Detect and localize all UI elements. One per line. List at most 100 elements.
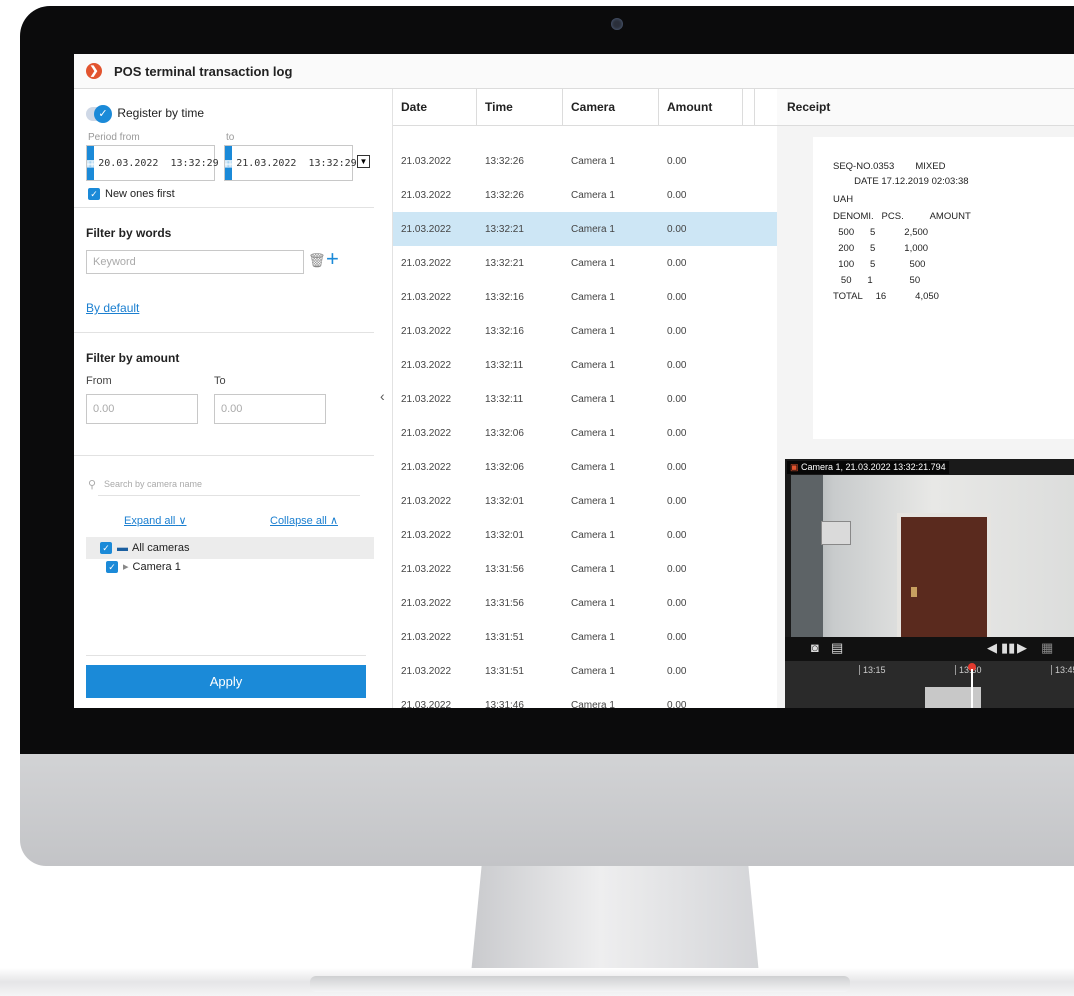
trash-icon[interactable]: 🗑 [308,252,326,269]
table-row[interactable]: 21.03.2022 13:32:06 Camera 1 0.00 [393,416,777,450]
playhead-line [971,669,973,708]
table-body: 21.03.2022 13:32:26 Camera 1 0.00 21.03.2022… [393,126,777,708]
table-row[interactable]: 21.03.2022 13:32:26 Camera 1 0.00 [393,178,777,212]
table-cell: 13:31:56 [485,563,524,575]
table-cell: 13:32:06 [485,461,524,473]
date-to-field[interactable]: ▦ 21.03.2022 13:32:29 [224,145,357,181]
camera-search-input[interactable] [98,472,360,496]
period-dropdown-icon[interactable]: ▼ [357,155,370,168]
print-icon[interactable]: ▤ [831,640,843,656]
video-player[interactable]: ▣ Camera 1, 21.03.2022 13:32:21.794 ◙ ▤ … [785,459,1074,708]
register-by-time-toggle[interactable]: ✓ [86,104,112,123]
table-cell: 0.00 [667,257,687,269]
table-cell: Camera 1 [571,325,615,337]
table-cell: Camera 1 [571,597,615,609]
table-cell: 0.00 [667,699,687,709]
table-cell: 13:32:21 [485,223,524,235]
search-icon: ⚲ [88,479,97,491]
new-ones-first-label: New ones first [105,188,175,200]
calendar-icon[interactable]: ▦ [87,146,95,180]
table-cell: 0.00 [667,495,687,507]
table-cell: 21.03.2022 [401,291,452,303]
camera-icon: ▸ [123,561,129,573]
table-row[interactable]: 21.03.2022 13:32:01 Camera 1 0.00 [393,518,777,552]
table-row[interactable]: 21.03.2022 13:32:11 Camera 1 0.00 [393,348,777,382]
amount-to-input[interactable] [214,394,326,424]
table-cell: 13:31:56 [485,597,524,609]
receipt-panel: Receipt SEQ-NO.0353 MIXED DATE 17.12.201… [777,89,1074,708]
receipt-line: SEQ-NO.0353 MIXED [833,161,946,172]
table-cell: 0.00 [667,631,687,643]
new-ones-first-row[interactable]: ✓ New ones first [88,188,175,201]
amount-to-label: To [214,375,226,387]
table-cell: 21.03.2022 [401,529,452,541]
table-row[interactable]: 21.03.2022 13:31:51 Camera 1 0.00 [393,654,777,688]
step-forward-icon[interactable]: ▶ [1017,640,1027,656]
snapshot-icon[interactable]: ◙ [811,640,819,655]
checkbox-checked-icon[interactable]: ✓ [106,560,118,573]
table-cell: 13:32:11 [485,393,524,405]
tree-item-all-cameras[interactable]: ✓ ▬ All cameras [86,537,374,559]
calendar-icon[interactable]: ▦ [1041,640,1053,656]
check-icon: ✓ [94,104,112,123]
table-cell: 13:32:16 [485,291,524,303]
table-row[interactable]: 21.03.2022 13:32:26 Camera 1 0.00 [393,144,777,178]
table-row[interactable]: 21.03.2022 13:32:16 Camera 1 0.00 [393,280,777,314]
date-from-field[interactable]: ▦ 20.03.2022 13:32:29 [86,145,219,181]
table-row[interactable]: 21.03.2022 13:31:51 Camera 1 0.00 [393,620,777,654]
column-header-date[interactable]: Date [393,89,477,125]
receipt-title: Receipt [777,89,1074,126]
table-row[interactable]: 21.03.2022 13:31:56 Camera 1 0.00 [393,552,777,586]
calendar-icon[interactable]: ▦ [225,146,233,180]
plus-icon[interactable]: + [326,246,339,272]
table-cell: 0.00 [667,189,687,201]
table-row[interactable]: 21.03.2022 13:32:01 Camera 1 0.00 [393,484,777,518]
table-row[interactable]: 21.03.2022 13:32:16 Camera 1 0.00 [393,314,777,348]
table-cell: 21.03.2022 [401,597,452,609]
table-row[interactable]: 21.03.2022 13:32:21 Camera 1 0.00 [393,212,777,246]
by-default-link[interactable]: By default [86,301,139,315]
table-cell: 13:32:01 [485,529,524,541]
table-cell: Camera 1 [571,291,615,303]
collapse-all-link[interactable]: Collapse all ∧ [270,514,338,527]
column-header-spacer [743,89,755,125]
divider [86,655,366,656]
window-title: POS terminal transaction log [114,63,293,79]
receipt-paper: SEQ-NO.0353 MIXED DATE 17.12.2019 02:03:… [813,137,1074,439]
table-row[interactable]: 21.03.2022 13:32:21 Camera 1 0.00 [393,246,777,280]
checkbox-checked-icon[interactable]: ✓ [88,188,100,201]
table-row[interactable]: 21.03.2022 13:31:46 Camera 1 0.00 [393,688,777,709]
table-cell: 13:32:21 [485,257,524,269]
timeline[interactable]: 13:15 13:30 13:45 [785,661,1074,708]
tree-item-camera-1[interactable]: ✓ ▸ Camera 1 [106,560,181,573]
table-cell: 0.00 [667,461,687,473]
table-cell: 21.03.2022 [401,699,452,709]
table-cell: 21.03.2022 [401,665,452,677]
camera-1-label: Camera 1 [132,560,181,573]
chevron-up-icon: ∧ [329,515,338,527]
apply-button[interactable]: Apply [86,665,366,698]
period-to-label: to [226,132,235,143]
expand-all-link[interactable]: Expand all ∨ [124,514,187,527]
period-from-label: Period from [88,132,140,143]
step-back-icon[interactable]: ◀ [987,640,997,656]
column-header-time[interactable]: Time [477,89,563,125]
table-row[interactable]: 21.03.2022 13:32:11 Camera 1 0.00 [393,382,777,416]
column-header-amount[interactable]: Amount [659,89,743,125]
column-header-camera[interactable]: Camera [563,89,659,125]
table-row[interactable]: 21.03.2022 13:32:06 Camera 1 0.00 [393,450,777,484]
monitor-stand [470,866,760,984]
keyword-input[interactable] [86,250,304,274]
amount-from-input[interactable] [86,394,198,424]
receipt-line: 50 1 50 [833,275,921,286]
checkbox-checked-icon[interactable]: ✓ [100,542,112,554]
collapse-panel-chevron-icon[interactable]: ‹ [380,388,385,404]
table-cell: Camera 1 [571,461,615,473]
amount-filter-section: Filter by amount From To [74,333,374,456]
table-cell: Camera 1 [571,189,615,201]
table-row[interactable]: 21.03.2022 13:31:56 Camera 1 0.00 [393,586,777,620]
date-to-value: 21.03.2022 13:32:29 [236,157,357,169]
pause-icon[interactable]: ▮▮ [1001,640,1015,656]
table-cell: 13:32:11 [485,359,524,371]
table-cell: 13:32:01 [485,495,524,507]
